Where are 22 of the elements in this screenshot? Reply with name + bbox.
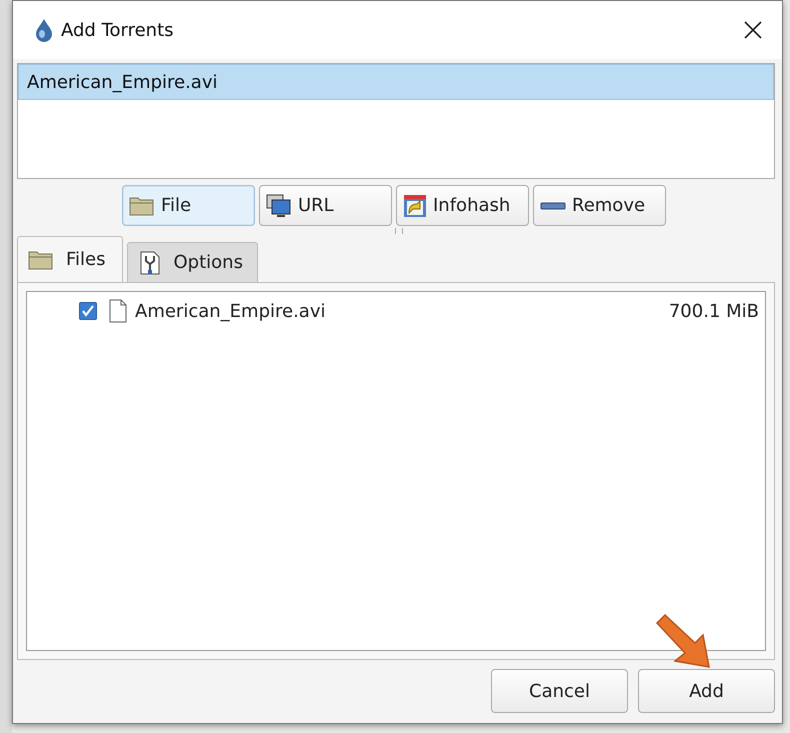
toolbar-button[interactable]: URL — [259, 185, 392, 226]
toolbar-button[interactable]: Remove — [533, 185, 666, 226]
file-name: American_Empire.avi — [135, 300, 326, 322]
file-icon — [109, 299, 127, 323]
document-icon — [403, 194, 427, 218]
toolbar-button[interactable]: Infohash — [396, 185, 529, 226]
checkbox[interactable] — [79, 302, 97, 320]
folder-icon — [28, 248, 54, 270]
toolbar-button[interactable]: File — [122, 185, 255, 226]
file-size: 700.1 MiB — [668, 300, 759, 322]
wrench-icon — [138, 250, 162, 276]
close-icon — [744, 21, 762, 39]
dialog-button[interactable]: Add — [638, 669, 775, 713]
water-drop-icon — [35, 18, 53, 42]
monitor-icon — [266, 194, 292, 218]
minus-icon — [540, 200, 566, 210]
torrent-item[interactable]: American_Empire.avi — [18, 64, 774, 100]
tab[interactable]: Files — [17, 236, 122, 282]
window-title: Add Torrents — [61, 20, 175, 40]
tab[interactable]: Options — [126, 242, 258, 282]
dialog-button[interactable]: Cancel — [491, 669, 628, 713]
folder-icon — [129, 194, 155, 216]
